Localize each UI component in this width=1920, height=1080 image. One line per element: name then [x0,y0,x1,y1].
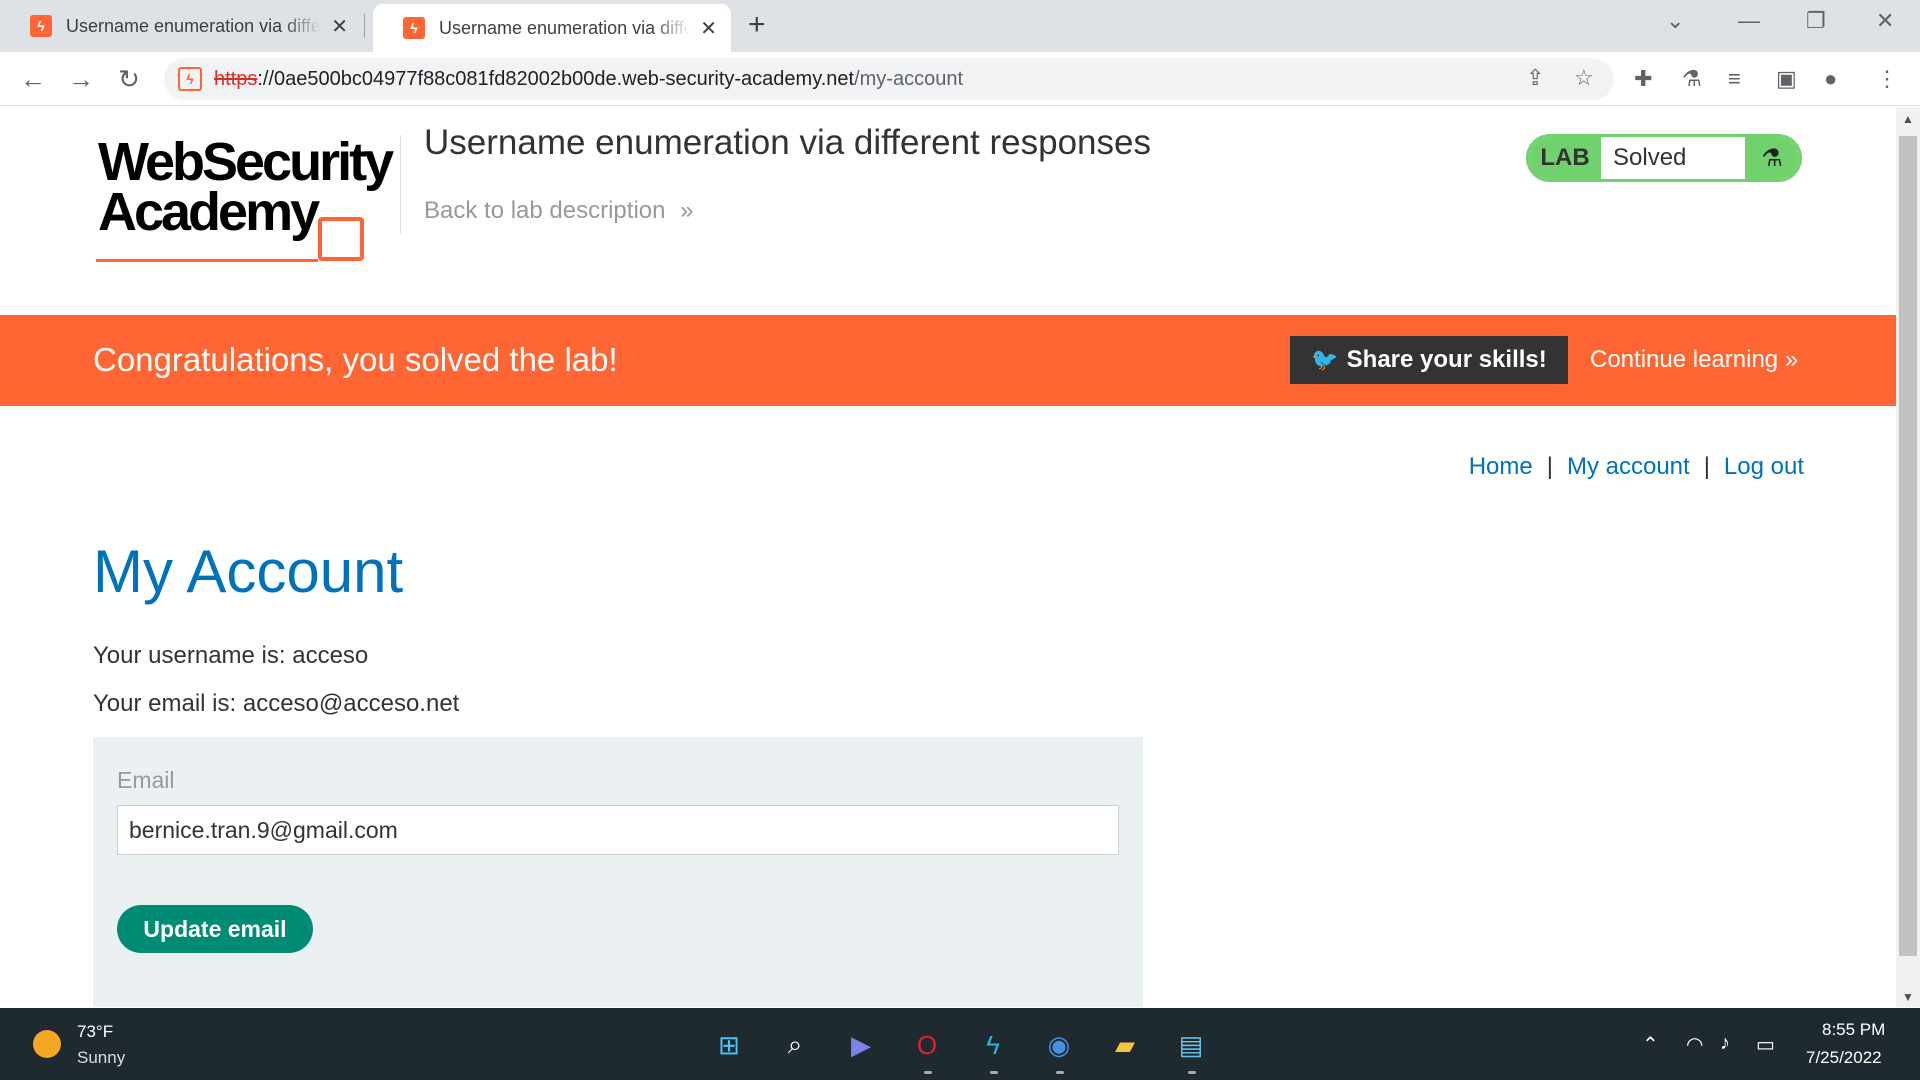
logo-underline [96,259,318,262]
back-to-lab-description-link[interactable]: Back to lab description » [424,197,694,225]
tab-separator [364,14,365,38]
lab-status-text: Solved [1613,144,1687,171]
back-link-label: Back to lab description [424,197,666,224]
running-indicator [924,1071,932,1074]
windows-taskbar: 73°F Sunny ⊞ ⌕ ▶ O ϟ ◉ ▰ ▤ ⌃ ◠ ♪ ▭ 8:55 … [0,1008,1920,1080]
volume-icon[interactable]: ♪ [1720,1032,1730,1055]
labs-flask-icon[interactable]: ⚗ [1682,66,1702,92]
username-info: Your username is: acceso [93,642,369,669]
scroll-up-icon[interactable]: ▲ [1902,112,1914,126]
chrome-browser-icon[interactable]: ◉ [1042,1028,1076,1062]
continue-learning-link[interactable]: Continue learning » [1590,346,1798,374]
windows-start-icon[interactable]: ⊞ [712,1028,746,1062]
continue-learning-label: Continue learning [1590,346,1779,373]
scrollbar-thumb[interactable] [1899,136,1917,956]
back-arrow-icon[interactable]: ← [16,62,50,96]
file-explorer-icon[interactable]: ▰ [1108,1028,1142,1062]
portswigger-favicon-icon: ϟ [30,15,52,37]
lab-badge: LAB [1529,137,1601,179]
close-tab-icon[interactable]: ✕ [700,16,717,41]
change-email-form: Email Update email [93,737,1143,1007]
portswigger-favicon-icon: ϟ [403,17,425,39]
email-input[interactable] [117,805,1119,855]
burp-suite-icon[interactable]: ϟ [976,1028,1010,1062]
notepad-icon[interactable]: ▤ [1174,1028,1208,1062]
side-panel-icon[interactable]: ▣ [1776,66,1797,92]
clock-time[interactable]: 8:55 PM [1822,1020,1885,1040]
lab-title: Username enumeration via different respo… [424,123,1151,162]
account-nav: Home | My account | Log out [1469,453,1804,481]
profile-avatar-icon[interactable]: ● [1824,66,1837,92]
site-security-icon[interactable]: ϟ [178,67,202,91]
page-title: My Account [93,538,404,605]
battery-icon[interactable]: ▭ [1756,1032,1775,1057]
nav-my-account-link[interactable]: My account [1567,453,1690,480]
opera-browser-icon[interactable]: O [910,1028,944,1062]
share-icon[interactable]: ⇪ [1526,65,1544,91]
new-tab-button[interactable]: + [748,8,766,42]
email-info: Your email is: acceso@acceso.net [93,690,460,717]
close-tab-icon[interactable]: ✕ [331,14,348,39]
logo-text-line2: Academy [98,182,320,242]
twitter-icon: 🐦 [1311,347,1339,372]
show-hidden-icons-chevron-icon[interactable]: ⌃ [1642,1032,1659,1057]
restore-icon[interactable]: ❐ [1806,8,1826,34]
nav-separator: | [1546,453,1553,480]
close-window-icon[interactable]: ✕ [1876,8,1894,34]
sun-weather-icon[interactable] [33,1030,61,1058]
nav-logout-link[interactable]: Log out [1724,453,1804,480]
browser-tab[interactable]: ϟ Username enumeration via differ ✕ [0,2,362,50]
nav-home-link[interactable]: Home [1469,453,1533,480]
address-bar[interactable]: ϟ https://0ae500bc04977f88c081fd82002b00… [164,58,1614,100]
media-queue-icon[interactable]: ≡ [1728,66,1741,92]
email-label: Email [117,767,175,793]
flask-icon: ⚗ [1745,137,1799,179]
congratulations-message: Congratulations, you solved the lab! [93,341,618,378]
weather-temperature[interactable]: 73°F [77,1022,113,1042]
running-indicator [1056,1071,1064,1074]
browser-tab-bar: ϟ Username enumeration via differ ✕ ϟ Us… [0,0,1920,52]
weather-description[interactable]: Sunny [77,1048,125,1068]
forward-arrow-icon[interactable]: → [64,62,98,96]
tab-search-chevron-icon[interactable]: ⌄ [1666,8,1684,34]
browser-menu-icon[interactable]: ⋮ [1876,66,1898,92]
web-security-academy-logo[interactable]: WebSecurity Academy [96,133,396,262]
chevron-right-icon: » [680,197,694,224]
running-indicator [1188,1071,1196,1074]
update-email-button[interactable]: Update email [117,905,313,953]
minimize-icon[interactable]: — [1738,8,1760,34]
header-divider [400,135,401,235]
wifi-icon[interactable]: ◠ [1686,1032,1703,1057]
bookmark-star-icon[interactable]: ☆ [1574,65,1594,91]
url-host: ://0ae500bc04977f88c081fd82002b00de.web-… [257,67,855,90]
lab-status-widget: LAB Solved ⚗ [1526,134,1802,182]
reload-icon[interactable]: ↻ [112,62,146,96]
chevron-right-icon: » [1784,346,1799,373]
search-icon[interactable]: ⌕ [778,1028,812,1062]
url-path: /my-account [854,67,964,90]
url-scheme: https [214,67,258,90]
solved-banner: Congratulations, you solved the lab! 🐦 S… [0,315,1896,406]
tab-title: Username enumeration via differ [439,17,691,38]
extensions-puzzle-icon[interactable]: ✚ [1634,66,1652,92]
running-indicator [990,1071,998,1074]
teams-chat-icon[interactable]: ▶ [844,1028,878,1062]
browser-toolbar: ← → ↻ ϟ https://0ae500bc04977f88c081fd82… [0,52,1920,106]
scroll-down-icon[interactable]: ▼ [1902,990,1914,1004]
clock-date[interactable]: 7/25/2022 [1806,1048,1882,1068]
tab-title: Username enumeration via differ [66,15,322,36]
browser-tab-active[interactable]: ϟ Username enumeration via differ ✕ [373,4,731,52]
share-skills-button[interactable]: 🐦 Share your skills! [1290,336,1568,384]
logo-bolt-icon [318,217,364,261]
nav-separator: | [1703,453,1710,480]
page-content: WebSecurity Academy Username enumeration… [0,107,1896,1007]
share-skills-label: Share your skills! [1346,346,1547,373]
